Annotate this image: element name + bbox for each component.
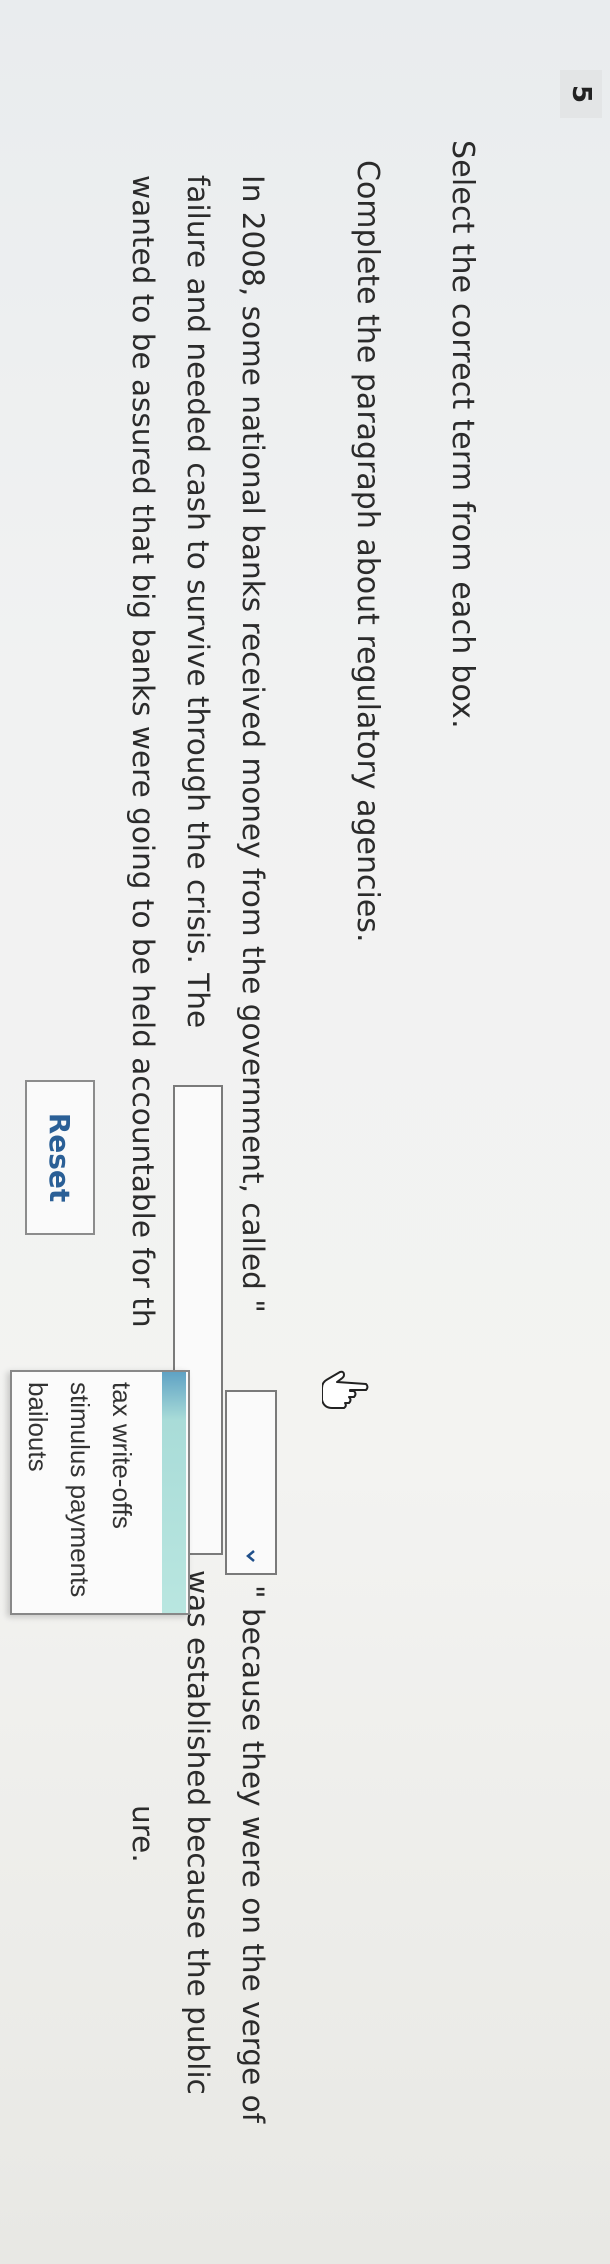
chevron-down-icon xyxy=(244,1549,258,1563)
paragraph-text: failure and needed cash to survive throu… xyxy=(181,175,215,1029)
paragraph-line-2: failure and needed cash to survive throu… xyxy=(170,175,225,2115)
paragraph-text: ure. xyxy=(126,1805,160,1863)
dropdown-option-tax-write-offs[interactable]: tax write-offs xyxy=(100,1372,144,1613)
dropdown-options-menu: tax write-offs stimulus payments bailout… xyxy=(10,1370,190,1615)
question-number: 5 xyxy=(560,70,602,118)
dropdown-option-stimulus-payments[interactable]: stimulus payments xyxy=(58,1372,102,1613)
question-panel: 5 Select the correct term from each box.… xyxy=(0,0,610,2264)
dropdown-government-money[interactable] xyxy=(225,1390,277,1575)
paragraph-text: wanted to be assured that big banks were… xyxy=(126,175,160,1328)
paragraph-text: was established because the public xyxy=(181,1570,215,2095)
reset-button[interactable]: Reset xyxy=(25,1080,95,1235)
instruction-text: Select the correct term from each box. xyxy=(445,140,480,729)
dropdown-option-bailouts[interactable]: bailouts xyxy=(16,1372,60,1613)
paragraph-text: In 2008, some national banks received mo… xyxy=(236,175,270,1313)
paragraph-line-3: wanted to be assured that big banks were… xyxy=(115,175,170,2115)
paragraph-prompt: Complete the paragraph about regulatory … xyxy=(350,160,385,943)
dropdown-option-highlighted-blank[interactable] xyxy=(162,1372,186,1613)
paragraph-line-1: In 2008, some national banks received mo… xyxy=(225,175,280,2123)
hand-pointer-icon xyxy=(321,1370,370,1410)
paragraph: In 2008, some national banks received mo… xyxy=(115,175,280,2123)
paragraph-text: " because they were on the verge of xyxy=(236,1585,270,2124)
